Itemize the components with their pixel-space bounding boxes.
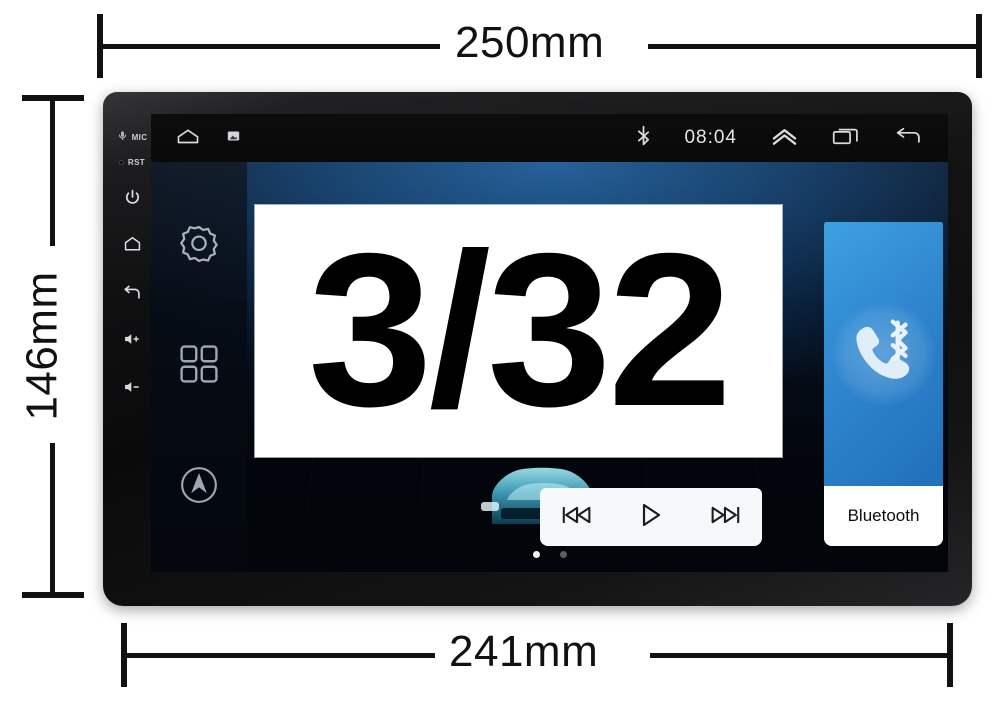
top-dimension-line-right bbox=[648, 44, 979, 49]
recent-apps-icon[interactable] bbox=[832, 126, 860, 151]
next-track-icon[interactable] bbox=[706, 501, 742, 534]
pinhole-icon bbox=[118, 160, 124, 165]
status-bar-left bbox=[175, 126, 240, 151]
power-icon bbox=[123, 188, 142, 212]
screen-dock bbox=[151, 162, 247, 572]
bottom-dimension-line-left bbox=[124, 653, 435, 658]
home-icon[interactable] bbox=[175, 126, 201, 151]
volume-up-icon bbox=[123, 332, 141, 351]
capacity-badge-text: 3/32 bbox=[308, 208, 733, 452]
height-dimension-line-bottom bbox=[50, 443, 55, 598]
status-bar: 08:04 bbox=[151, 114, 948, 162]
media-transport-bar bbox=[540, 488, 762, 546]
navigation-compass-icon[interactable] bbox=[177, 463, 221, 512]
page-indicator bbox=[532, 551, 567, 558]
diagram-canvas: 250mm 146mm 241mm MIC RST 08:04 Bluetoot… bbox=[0, 0, 1000, 707]
page-dot-1[interactable] bbox=[532, 551, 540, 558]
home-icon bbox=[123, 235, 142, 257]
page-dot-2[interactable] bbox=[559, 551, 567, 558]
top-dimension-label: 250mm bbox=[455, 18, 605, 67]
bluetooth-phone-icon bbox=[841, 309, 927, 400]
bluetooth-card-label: Bluetooth bbox=[824, 486, 943, 546]
height-dimension-label: 146mm bbox=[17, 271, 67, 421]
microphone-icon bbox=[117, 128, 128, 146]
height-dimension-cap-bottom bbox=[22, 592, 84, 598]
status-bar-clock: 08:04 bbox=[684, 127, 737, 148]
hardware-button-mic-label: MIC bbox=[131, 132, 148, 142]
gear-icon[interactable] bbox=[177, 222, 221, 271]
volume-down-icon bbox=[123, 380, 141, 399]
chevron-up-icon[interactable] bbox=[771, 126, 798, 151]
back-arrow-icon[interactable] bbox=[894, 126, 922, 151]
bottom-dimension-label: 241mm bbox=[449, 627, 599, 676]
top-dimension-line-left bbox=[100, 44, 440, 49]
bluetooth-tile[interactable] bbox=[824, 222, 943, 486]
bluetooth-card[interactable]: Bluetooth bbox=[824, 222, 943, 546]
hardware-button-reset-label: RST bbox=[127, 158, 146, 167]
screenshot-icon[interactable] bbox=[227, 129, 240, 147]
bottom-dimension-cap-right bbox=[947, 623, 953, 687]
top-dimension-cap-right bbox=[976, 14, 982, 78]
capacity-badge: 3/32 bbox=[255, 205, 782, 457]
apps-grid-icon[interactable] bbox=[177, 342, 221, 391]
bluetooth-icon[interactable] bbox=[637, 125, 650, 151]
height-dimension-line-top bbox=[50, 98, 55, 246]
bottom-dimension-line-right bbox=[650, 653, 950, 658]
play-icon[interactable] bbox=[636, 500, 666, 535]
status-bar-right: 08:04 bbox=[637, 125, 922, 151]
back-arrow-icon bbox=[122, 284, 142, 306]
previous-track-icon[interactable] bbox=[560, 501, 596, 534]
